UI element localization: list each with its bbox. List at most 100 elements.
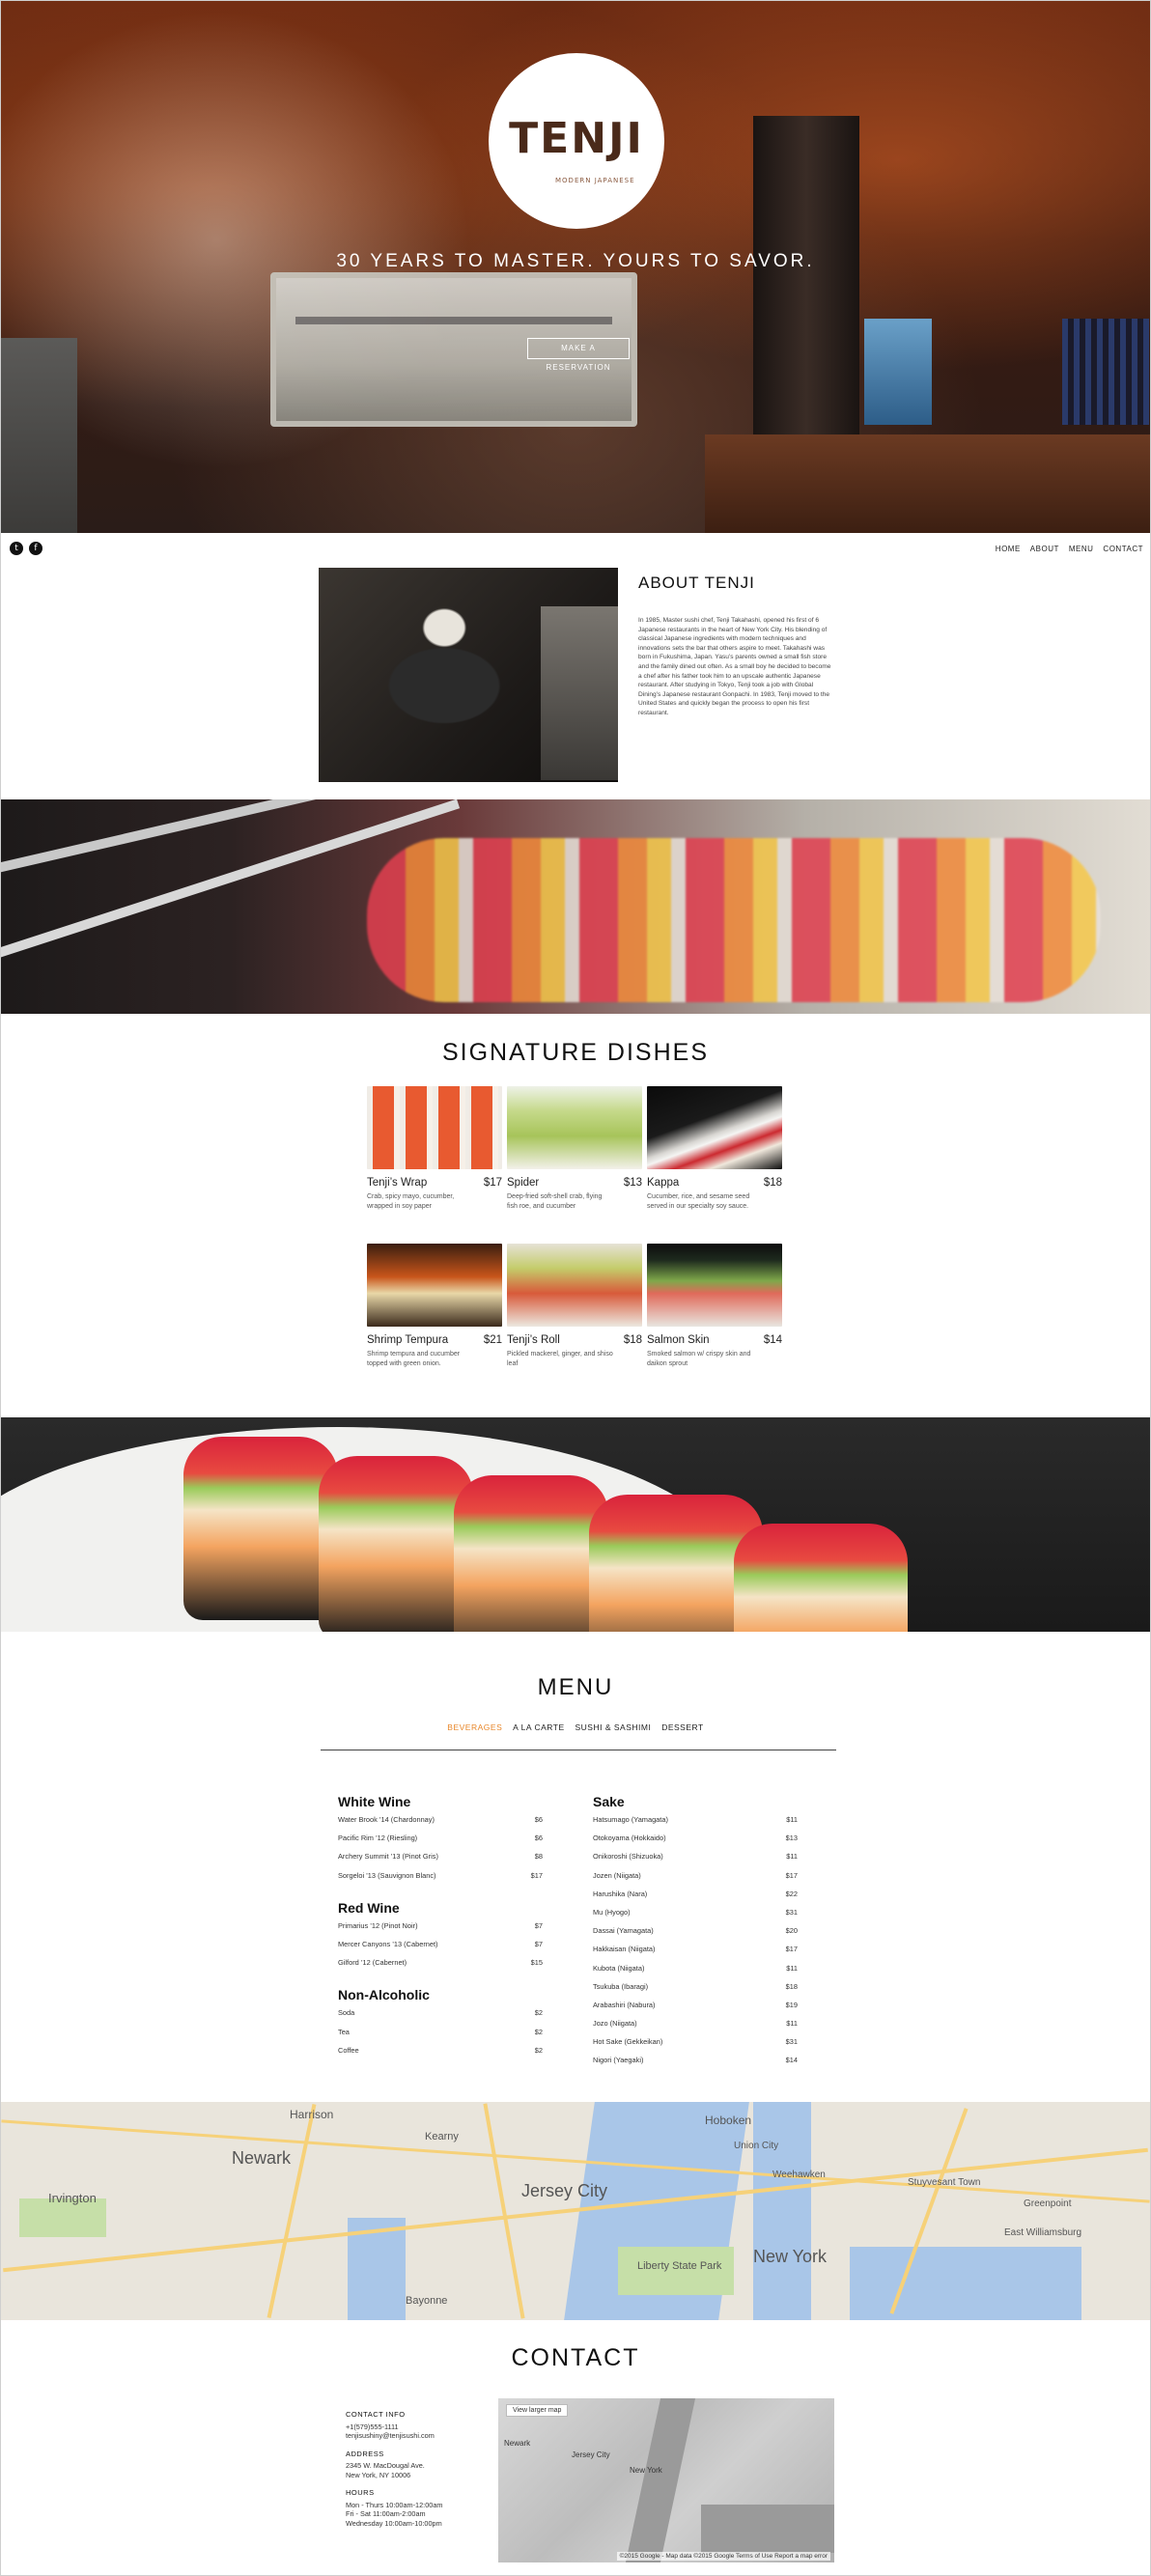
dish-image: [647, 1086, 782, 1169]
menu-item: Water Brook ’14 (Chardonnay) $6: [338, 1815, 543, 1824]
dish-price: $18: [763, 1177, 782, 1189]
social-links: t f: [10, 542, 42, 555]
about-title: ABOUT TENJI: [638, 574, 755, 592]
menu-category-title: Non-Alcoholic: [338, 1987, 430, 2003]
logo-text[interactable]: TENJI: [489, 114, 664, 163]
dish-desc: Crab, spicy mayo, cucumber, wrapped in s…: [367, 1193, 455, 1210]
menu-tabs: BEVERAGES A LA CARTE SUSHI & SASHIMI DES…: [0, 1722, 1151, 1732]
dish-image: [367, 1086, 502, 1169]
map-label: Union City: [734, 2141, 779, 2151]
nav-menu[interactable]: MENU: [1069, 545, 1094, 553]
menu-item: Tea $2: [338, 2027, 543, 2036]
hero-shelf: [1062, 319, 1149, 425]
map-label: East Williamsburg: [1004, 2227, 1082, 2238]
contact-email[interactable]: tenjisushiny@tenjisushi.com: [346, 2431, 481, 2441]
map-label: Jersey City: [572, 2450, 610, 2459]
tab-a-la-carte[interactable]: A LA CARTE: [513, 1722, 565, 1732]
twitter-icon[interactable]: t: [10, 542, 23, 555]
map-attribution[interactable]: ©2015 Google - Map data ©2015 Google Ter…: [616, 2552, 830, 2561]
menu-item: Hakkaisan (Niigata) $17: [593, 1945, 798, 1954]
logo-subtitle: MODERN JAPANESE: [555, 177, 635, 184]
sushi-piece: [454, 1475, 608, 1632]
nav-contact[interactable]: CONTACT: [1103, 545, 1143, 553]
dish-name: Tenji’s Wrap: [367, 1177, 428, 1189]
dish-image: [367, 1244, 502, 1327]
nav-about[interactable]: ABOUT: [1030, 545, 1059, 553]
menu-item: Soda $2: [338, 2008, 543, 2018]
menu-category-title: Sake: [593, 1794, 625, 1809]
tab-beverages[interactable]: BEVERAGES: [447, 1722, 502, 1732]
hero-door: [0, 338, 77, 533]
map-label: Stuyvesant Town: [908, 2177, 981, 2188]
dish-card[interactable]: Kappa $18 Cucumber, rice, and sesame seed…: [647, 1086, 782, 1211]
map-water: [850, 2247, 1081, 2320]
signature-title: SIGNATURE DISHES: [441, 1039, 710, 1066]
dish-desc: Pickled mackerel, ginger, and shiso leaf: [507, 1351, 613, 1367]
main-nav: HOME ABOUT MENU CONTACT: [996, 545, 1143, 553]
contact-info: CONTACT INFO +1(579)555-1111 tenjisushin…: [346, 2410, 481, 2536]
contact-info-heading: CONTACT INFO: [346, 2410, 406, 2419]
tab-sushi-sashimi[interactable]: SUSHI & SASHIMI: [576, 1722, 652, 1732]
map-label: Hoboken: [705, 2114, 752, 2127]
view-larger-map-link[interactable]: View larger map: [506, 2404, 569, 2417]
map-label: Liberty State Park: [637, 2260, 722, 2272]
dish-name: Tenji’s Roll: [507, 1334, 560, 1346]
nav-home[interactable]: HOME: [996, 545, 1021, 553]
dish-card[interactable]: Tenji’s Wrap $17 Crab, spicy mayo, cucumb…: [367, 1086, 502, 1211]
dish-image: [647, 1244, 782, 1327]
hours-line: Fri - Sat 11:00am-2:00am: [346, 2509, 426, 2518]
contact-phone[interactable]: +1(579)555-1111: [346, 2422, 481, 2432]
tab-dessert[interactable]: DESSERT: [661, 1722, 704, 1732]
dish-price: $21: [483, 1334, 502, 1346]
dish-desc: Smoked salmon w/ crispy skin and daikon …: [647, 1351, 751, 1367]
hours-line: Mon - Thurs 10:00am-12:00am: [346, 2500, 443, 2509]
dish-card[interactable]: Shrimp Tempura $21 Shrimp tempura and cuc…: [367, 1244, 502, 1368]
dish-price: $13: [623, 1177, 642, 1189]
map-label: Kearny: [425, 2131, 459, 2142]
sushi-chopsticks-banner: [0, 799, 1151, 1014]
map-label: Newark: [504, 2439, 531, 2448]
dish-image: [507, 1086, 642, 1169]
dish-card[interactable]: Salmon Skin $14 Smoked salmon w/ crispy s…: [647, 1244, 782, 1368]
map-label: Harrison: [290, 2108, 334, 2121]
menu-item: Archery Summit ’13 (Pinot Gris) $8: [338, 1852, 543, 1862]
menu-category-title: White Wine: [338, 1794, 411, 1809]
sushi-piece: [319, 1456, 473, 1632]
map-road: [483, 2103, 525, 2319]
menu-item: Nigori (Yaegaki) $14: [593, 2056, 798, 2065]
location-map[interactable]: Newark Jersey City Hoboken Harrison New …: [0, 2102, 1151, 2320]
menu-item: Harushika (Nara) $22: [593, 1889, 798, 1898]
menu-title: MENU: [537, 1674, 614, 1700]
hero-window: [864, 319, 932, 425]
contact-title: CONTACT: [511, 2344, 640, 2371]
facebook-icon[interactable]: f: [29, 542, 42, 555]
map-label: Newark: [232, 2148, 292, 2168]
dish-card[interactable]: Spider $13 Deep-fried soft-shell crab, fl…: [507, 1086, 642, 1211]
map-label: Bayonne: [406, 2295, 448, 2307]
sushi-plate-banner: [0, 1417, 1151, 1632]
map-label: Weehawken: [772, 2170, 826, 2180]
menu-item: Otokoyama (Hokkaido) $13: [593, 1834, 798, 1843]
menu-item: Jozo (Niigata) $11: [593, 2019, 798, 2029]
dish-image: [507, 1244, 642, 1327]
menu-item: Hot Sake (Gekkeikan) $31: [593, 2037, 798, 2047]
menu-item: Mu (Hyogo) $31: [593, 1907, 798, 1917]
menu-column-left: White Wine Water Brook ’14 (Chardonnay) $…: [338, 1794, 543, 2075]
menu-item: Mercer Canyons ’13 (Cabernet) $7: [338, 1939, 543, 1948]
contact-map[interactable]: Newark Jersey City New York View larger …: [498, 2398, 834, 2562]
menu-item: Pacific Rim ’12 (Riesling) $6: [338, 1834, 543, 1843]
address-heading: ADDRESS: [346, 2449, 384, 2458]
menu-item: Dassai (Yamagata) $20: [593, 1926, 798, 1936]
map-label: New York: [630, 2466, 662, 2475]
make-reservation-button[interactable]: MAKE A RESERVATION: [527, 338, 630, 372]
menu-item: Sorgeloi ’13 (Sauvignon Blanc) $17: [338, 1870, 543, 1880]
dish-desc: Cucumber, rice, and sesame seed served i…: [647, 1193, 750, 1210]
menu-column-right: Sake Hatsumago (Yamagata) $11 Otokoyama (…: [593, 1794, 798, 2086]
menu-item: Gilford ’12 (Cabernet) $15: [338, 1958, 543, 1968]
sushi-roll-image: [367, 838, 1101, 1002]
map-water: [701, 2505, 834, 2553]
chef-photo: [319, 568, 618, 782]
menu-item: Arabashiri (Nabura) $19: [593, 2000, 798, 2009]
map-road: [267, 2104, 317, 2318]
dish-card[interactable]: Tenji’s Roll $18 Pickled mackerel, ginger…: [507, 1244, 642, 1368]
